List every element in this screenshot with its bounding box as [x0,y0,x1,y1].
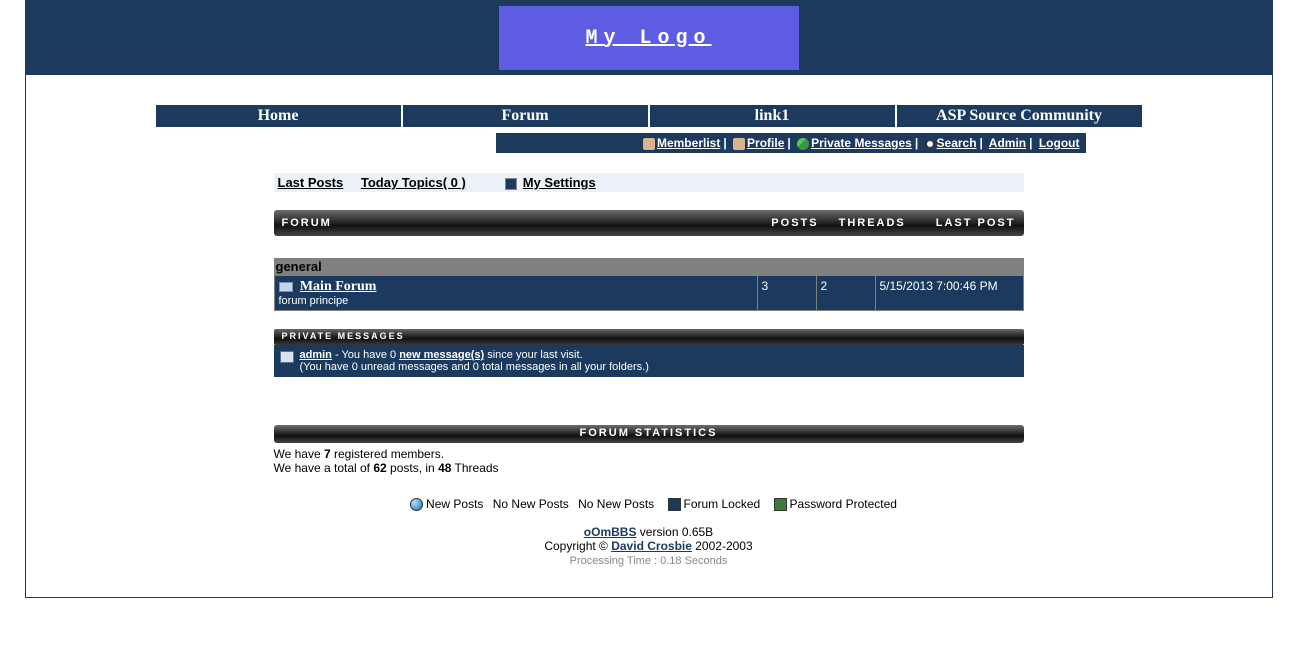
memberlist-icon [643,138,655,150]
logout-link[interactable]: Logout [1039,136,1080,150]
separator: | [912,136,921,150]
separator: | [720,136,729,150]
folder-icon [279,282,293,292]
forum-row: Main Forum forum principe 3 2 5/15/2013 … [275,276,1023,310]
lastpost-cell: 5/15/2013 7:00:46 PM [876,276,1023,310]
quick-links: Last Posts Today Topics( 0 ) My Settings [274,173,1024,192]
col-lastpost: LAST POST [936,217,1016,229]
nav-link[interactable]: Home [258,107,299,124]
today-topics-link[interactable]: Today Topics( 0 ) [361,175,466,190]
main-area: Home Forum link1 ASP Source Community Me… [26,103,1272,597]
pm-summary: (You have 0 unread messages and 0 total … [300,361,649,373]
private-messages-link[interactable]: Private Messages [811,136,912,150]
pm-text: - You have 0 [332,349,399,361]
stats-members: 7 [324,447,331,461]
nav-forum[interactable]: Forum [403,105,648,127]
profile-link[interactable]: Profile [747,136,784,150]
page-container: My Logo Home Forum link1 ASP Source Comm… [25,0,1273,598]
forum-link[interactable]: Main Forum [300,279,377,294]
memberlist-link[interactable]: Memberlist [657,136,720,150]
stats-threads: 48 [438,461,451,475]
message-icon [280,351,294,363]
version-text: version 0.65B [636,525,713,539]
legend-no-new-2: No New Posts [578,497,654,511]
separator: | [977,136,986,150]
nav-link[interactable]: link1 [755,107,790,124]
pm-text: since your last visit. [484,349,582,361]
col-forum: FORUM [282,217,752,229]
footer: oOmBBS version 0.65B Copyright © David C… [274,525,1024,567]
stats-text: registered members. [331,447,444,461]
user-bar: Memberlist| Profile| Private Messages| S… [496,133,1086,153]
pm-icon [797,138,809,150]
product-link[interactable]: oOmBBS [584,525,637,539]
separator: | [784,136,793,150]
nav-link1[interactable]: link1 [650,105,895,127]
col-threads: THREADS [839,217,906,229]
legend-new-posts: New Posts [426,497,483,511]
search-icon [925,139,935,149]
site-logo[interactable]: My Logo [499,6,799,70]
nav-home[interactable]: Home [156,105,401,127]
content: Last Posts Today Topics( 0 ) My Settings… [274,173,1024,567]
category-header: general [274,258,1024,275]
threads-cell: 2 [817,276,875,310]
search-link[interactable]: Search [937,136,977,150]
main-nav: Home Forum link1 ASP Source Community [154,103,1144,129]
new-posts-icon [410,498,423,511]
nav-asp[interactable]: ASP Source Community [897,105,1142,127]
legend: New Posts No New Posts No New Posts Foru… [274,497,1024,511]
password-icon [774,498,787,511]
separator: | [1026,136,1035,150]
legend-locked: Forum Locked [684,497,761,511]
stats-text: We have [274,447,324,461]
stats-posts: 62 [373,461,386,475]
processing-time: Processing Time : 0.18 Seconds [570,555,728,567]
posts-cell: 3 [758,276,816,310]
stats-body: We have 7 registered members. We have a … [274,443,1024,479]
pm-new-messages-link[interactable]: new message(s) [399,349,484,361]
forum-name-wrap: Main Forum [279,279,753,295]
locked-icon [668,498,681,511]
stats-text: We have a total of [274,461,374,475]
last-posts-link[interactable]: Last Posts [278,175,344,190]
admin-link[interactable]: Admin [989,136,1026,150]
settings-icon [505,178,517,190]
pm-user-link[interactable]: admin [300,349,332,361]
legend-pw: Password Protected [790,497,897,511]
nav-link[interactable]: Forum [501,107,548,124]
pm-body: admin - You have 0 new message(s) since … [274,345,1024,377]
author-link[interactable]: David Crosbie [611,539,692,553]
copyright-text: Copyright © [544,539,611,553]
col-posts: POSTS [771,217,818,229]
forum-table: Main Forum forum principe 3 2 5/15/2013 … [274,275,1024,311]
nav-link[interactable]: ASP Source Community [936,107,1102,124]
pm-header: PRIVATE MESSAGES [274,329,1024,345]
stats-text: posts, in [387,461,438,475]
profile-icon [733,138,745,150]
forum-columns-header: FORUM POSTS THREADS LAST POST [274,210,1024,236]
forum-cell: Main Forum forum principe [275,276,757,310]
stats-text: Threads [451,461,498,475]
top-header: My Logo [26,1,1272,75]
stats-header: FORUM STATISTICS [274,425,1024,443]
years-text: 2002-2003 [692,539,753,553]
legend-no-new-1: No New Posts [493,497,569,511]
my-settings-link[interactable]: My Settings [523,175,596,190]
forum-description: forum principe [279,295,753,307]
